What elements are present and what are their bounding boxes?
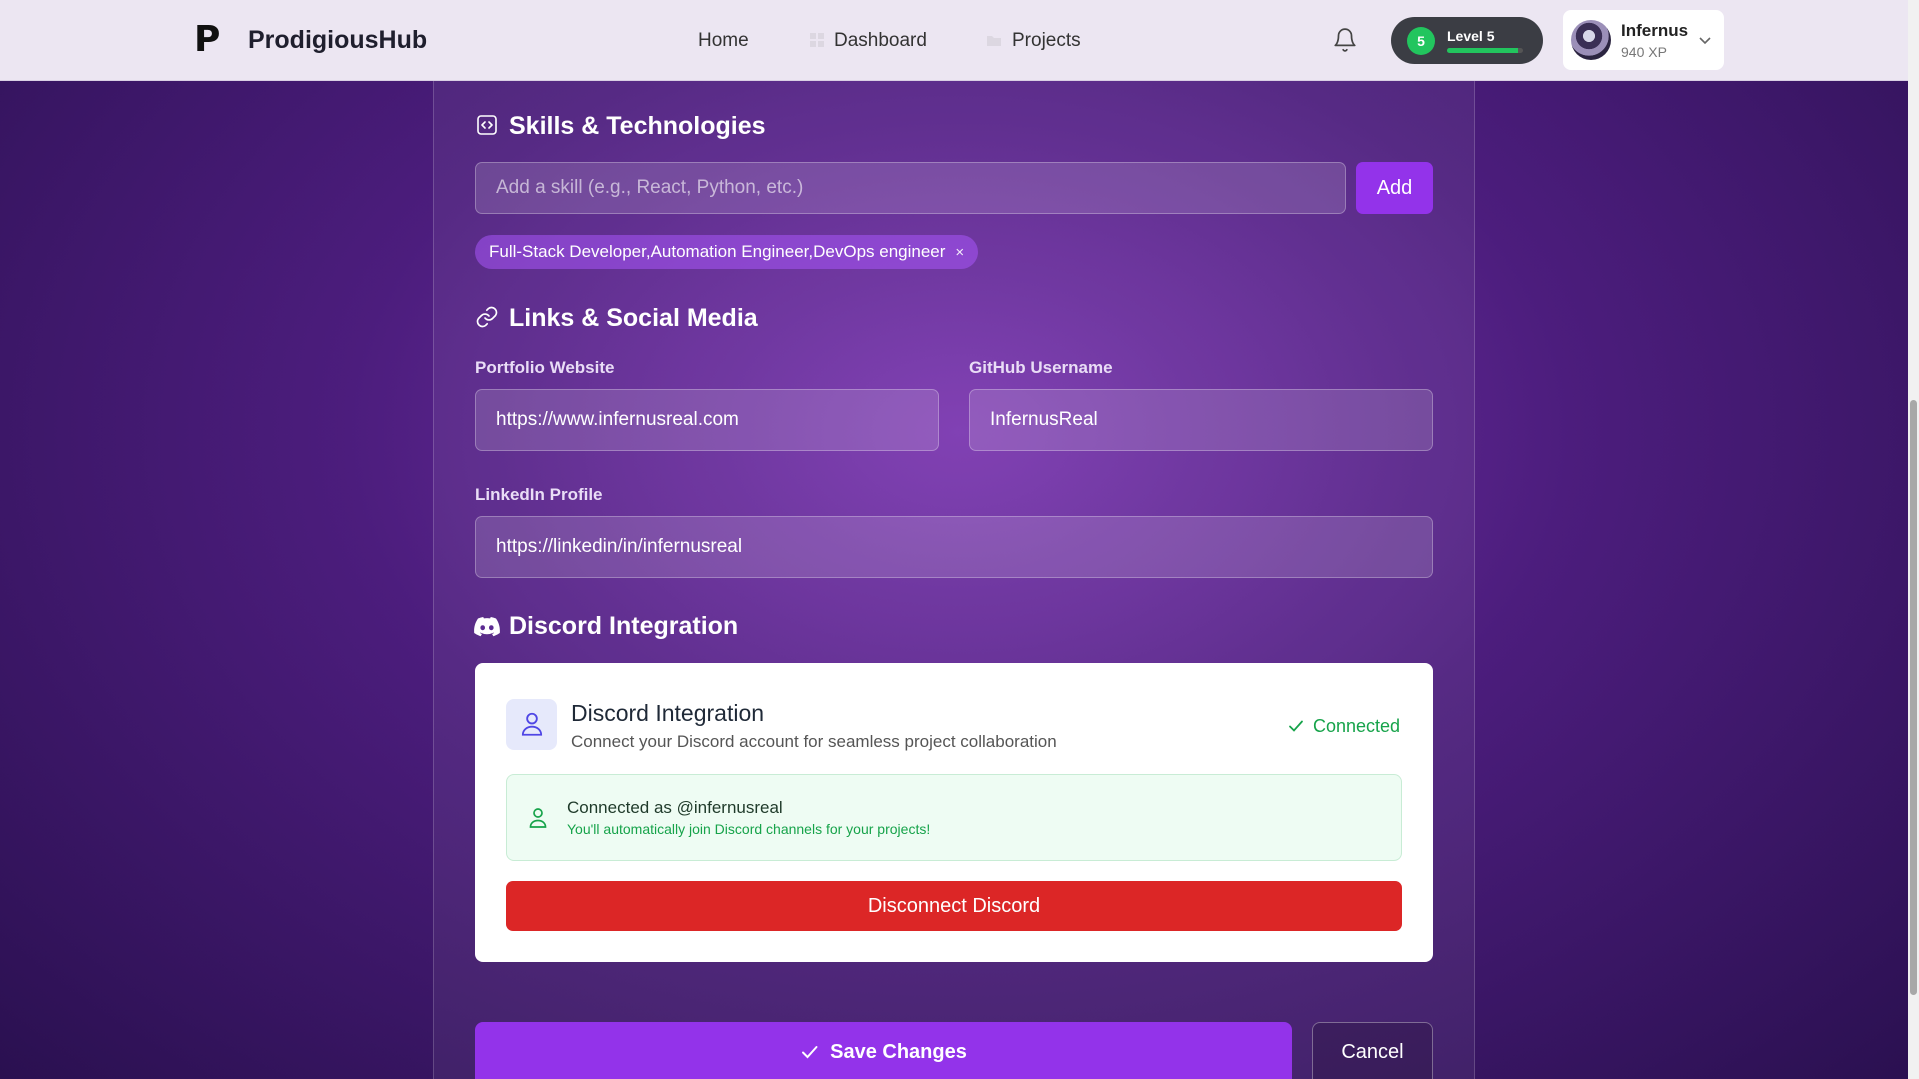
add-skill-button[interactable]: Add <box>1356 162 1433 214</box>
portfolio-field[interactable] <box>475 389 939 451</box>
xp-progress-fill <box>1447 48 1519 53</box>
connection-status-label: Connected <box>1313 716 1401 736</box>
nav-home[interactable]: Home <box>698 29 749 53</box>
user-icon <box>521 712 543 736</box>
skill-tag: Full-Stack Developer,Automation Engineer… <box>475 235 979 269</box>
cancel-button[interactable]: Cancel <box>1312 1022 1433 1079</box>
save-changes-button[interactable]: Save Changes <box>475 1022 1292 1079</box>
connection-status: Connected <box>1287 715 1400 737</box>
github-label: GitHub Username <box>969 358 1113 377</box>
connected-account-box: Connected as @infernusreal You'll automa… <box>506 774 1402 861</box>
discord-icon <box>474 617 500 637</box>
check-icon <box>802 1046 818 1059</box>
brand-name[interactable]: ProdigiousHub <box>248 25 427 55</box>
discord-card-title: Discord Integration <box>571 700 765 726</box>
check-icon <box>1289 720 1303 732</box>
discord-card-subtitle: Connect your Discord account for seamles… <box>571 732 1057 751</box>
connected-as-text: Connected as @infernusreal <box>567 798 783 817</box>
discord-section-title: Discord Integration <box>509 612 739 640</box>
nav-projects[interactable]: Projects <box>1012 29 1081 53</box>
user-name: Infernus <box>1621 21 1689 40</box>
bell-icon[interactable] <box>1332 27 1358 53</box>
skills-section-title: Skills & Technologies <box>509 112 766 140</box>
level-label: Level 5 <box>1447 28 1495 44</box>
xp-progress-bar <box>1447 48 1523 53</box>
user-menu[interactable]: Infernus 940 XP <box>1563 10 1724 70</box>
linkedin-field[interactable] <box>475 516 1433 578</box>
nav-dashboard[interactable]: Dashboard <box>834 29 927 53</box>
link-icon <box>476 306 498 328</box>
avatar <box>1571 20 1611 60</box>
connected-note: You'll automatically join Discord channe… <box>567 821 931 837</box>
user-xp: 940 XP <box>1621 44 1667 60</box>
level-indicator[interactable]: 5 Level 5 <box>1391 17 1543 64</box>
level-badge: 5 <box>1407 27 1435 55</box>
dashboard-icon <box>810 33 824 47</box>
linkedin-label: LinkedIn Profile <box>475 485 603 504</box>
user-icon <box>529 808 547 828</box>
projects-icon <box>987 36 1001 46</box>
chevron-down-icon <box>1699 37 1711 45</box>
portfolio-label: Portfolio Website <box>475 358 615 377</box>
skill-tag-label: Full-Stack Developer,Automation Engineer… <box>489 242 946 261</box>
logo-icon[interactable]: P <box>194 22 224 58</box>
code-icon <box>477 115 497 135</box>
save-changes-label: Save Changes <box>830 1040 967 1063</box>
top-navbar: P ProdigiousHub Home Dashboard Projects … <box>0 0 1908 81</box>
discord-integration-card: Discord Integration Connect your Discord… <box>475 663 1433 962</box>
discord-user-icon-box <box>506 699 557 750</box>
skill-input[interactable] <box>475 162 1346 214</box>
github-field[interactable] <box>969 389 1433 451</box>
links-section-title: Links & Social Media <box>509 304 758 332</box>
disconnect-discord-button[interactable]: Disconnect Discord <box>506 881 1402 931</box>
scrollbar-thumb[interactable] <box>1910 400 1917 995</box>
remove-tag-icon[interactable]: × <box>955 244 964 261</box>
